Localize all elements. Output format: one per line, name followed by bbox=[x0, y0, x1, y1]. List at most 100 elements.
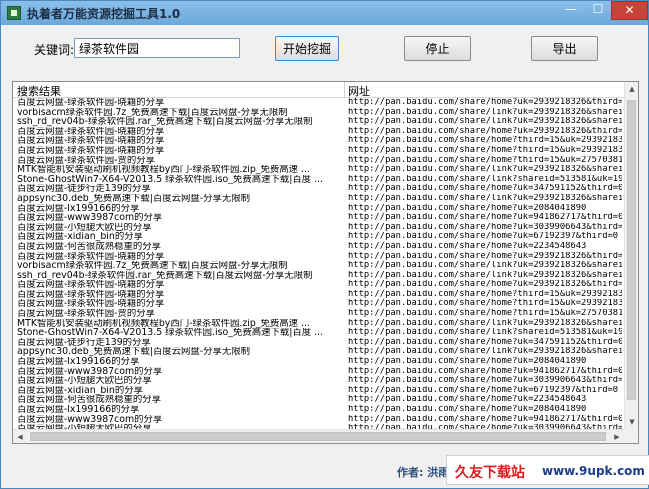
result-url-cell: http://pan.baidu.com/share/home?uk=67192… bbox=[348, 385, 619, 395]
result-name-cell: ssh_rd_rev04b-绿茶软件园.rar_免费高速下载|百度云网盘-分享无… bbox=[17, 270, 313, 281]
result-name-cell: 百度云网盘-xidian_bin的分享 bbox=[17, 232, 143, 242]
result-url-cell: http://pan.baidu.com/share/link?shareid=… bbox=[348, 174, 622, 184]
table-row[interactable]: 百度云网盘-www3987com的分享 http://pan.baidu.com/… bbox=[13, 367, 624, 377]
result-url-cell: http://pan.baidu.com/share/home?uk=94186… bbox=[348, 366, 622, 376]
table-row[interactable]: 百度云网盘-徒步行走139的分享 http://pan.baidu.com/sha… bbox=[13, 338, 624, 348]
stop-button[interactable]: 停止 bbox=[404, 36, 471, 61]
result-name-cell: 百度云网盘-www3987com的分享 bbox=[17, 213, 163, 223]
table-row[interactable]: 百度云网盘-xidian_bin的分享 http://pan.baidu.com/… bbox=[13, 232, 624, 242]
keyword-input[interactable] bbox=[74, 38, 240, 58]
result-url-cell: http://pan.baidu.com/share/link?uk=29392… bbox=[348, 193, 622, 203]
result-name-cell: 百度云网盘-何苦很成熟稳重的分享 bbox=[17, 241, 162, 252]
result-url-cell: http://pan.baidu.com/share/home?uk=20840… bbox=[348, 405, 587, 414]
table-row[interactable]: ssh_rd_rev04b-绿茶软件园.rar_免费高速下载|百度云网盘-分享无… bbox=[13, 271, 624, 281]
minimize-button[interactable]: — bbox=[557, 1, 585, 20]
start-mining-button[interactable]: 开始挖掘 bbox=[275, 36, 339, 61]
watermark-site-name: 久友下载站 bbox=[455, 465, 525, 481]
status-bar: 作者: 洪雨 久友下载站 www.9upk.com bbox=[1, 453, 649, 488]
result-url-cell: http://pan.baidu.com/share/home?third=15… bbox=[348, 289, 622, 299]
result-name-cell: MTK智能机安装驱动刷机视频教程by西门-绿茶软件园.zip_免费高速 ... bbox=[17, 165, 310, 175]
result-url-cell: http://pan.baidu.com/share/home?uk=34759… bbox=[348, 184, 622, 194]
table-row[interactable]: 百度云网盘-何苦很成熟稳重的分享 http://pan.baidu.com/sha… bbox=[13, 242, 624, 252]
results-list[interactable]: 搜索结果 网址 百度云网盘-绿茶软件园-晓籍的分享 http://pan.baid… bbox=[12, 81, 639, 444]
table-row[interactable]: 百度云网盘-绿茶软件园-晓籍的分享 http://pan.baidu.com/sh… bbox=[13, 290, 624, 300]
table-row[interactable]: 百度云网盘-www3987com的分享 http://pan.baidu.com/… bbox=[13, 415, 624, 425]
table-row[interactable]: 百度云网盘-www3987com的分享 http://pan.baidu.com/… bbox=[13, 213, 624, 223]
export-button[interactable]: 导出 bbox=[531, 36, 598, 61]
table-row[interactable]: vorbisacm绿茶软件园.7z_免费高速下载|百度云网盘-分享无限制 http… bbox=[13, 108, 624, 118]
result-url-cell: http://pan.baidu.com/share/home?uk=94186… bbox=[348, 213, 622, 223]
column-divider[interactable] bbox=[344, 82, 345, 97]
result-name-cell: 百度云网盘-www3987com的分享 bbox=[17, 366, 163, 377]
result-url-cell: http://pan.baidu.com/share/home?third=15… bbox=[348, 145, 622, 155]
maximize-button[interactable]: ☐ bbox=[585, 1, 611, 20]
result-name-cell: 百度云网盘-绿茶软件园-晓籍的分享 bbox=[17, 251, 165, 262]
app-icon bbox=[7, 6, 21, 20]
main-window: 执着者万能资源挖掘工具1.0 — ☐ ✕ 关键词: 开始挖掘 停止 导出 搜索结… bbox=[0, 0, 649, 489]
result-name-cell: 百度云网盘-绿茶软件园-晓籍的分享 bbox=[17, 145, 165, 156]
result-name-cell: 百度云网盘-绿茶软件园-晓籍的分享 bbox=[17, 126, 165, 137]
horizontal-scroll-thumb[interactable] bbox=[30, 432, 606, 441]
table-row[interactable]: Stone-GhostWin7-X64-V2013.5 绿茶软件园.iso_免费… bbox=[13, 328, 624, 338]
scrollbar-corner bbox=[624, 429, 638, 443]
result-url-cell: http://pan.baidu.com/share/link?shareid=… bbox=[348, 328, 622, 338]
result-name-cell: 百度云网盘-lx199166的分享 bbox=[17, 357, 140, 367]
table-row[interactable]: MTK智能机安装驱动刷机视频教程by西门-绿茶软件园.zip_免费高速 ... h… bbox=[13, 165, 624, 175]
result-url-cell: http://pan.baidu.com/share/home?uk=29392… bbox=[348, 251, 622, 261]
table-row[interactable]: 百度云网盘-xidian_bin的分享 http://pan.baidu.com/… bbox=[13, 386, 624, 396]
keyword-label: 关键词: bbox=[34, 43, 75, 57]
table-row[interactable]: 百度云网盘-小短腿大欧巴的分享 http://pan.baidu.com/shar… bbox=[13, 376, 624, 386]
table-row[interactable]: appsync30.deb_免费高速下载|百度云网盘-分享无限制 http://p… bbox=[13, 194, 624, 204]
horizontal-scrollbar[interactable]: ◀ ▶ bbox=[13, 429, 624, 443]
result-url-cell: http://pan.baidu.com/share/link?uk=29392… bbox=[348, 270, 622, 280]
table-row[interactable]: 百度云网盘-小短腿大欧巴的分享 http://pan.baidu.com/shar… bbox=[13, 223, 624, 233]
scroll-right-icon[interactable]: ▶ bbox=[610, 430, 624, 443]
result-name-cell: ssh_rd_rev04b-绿茶软件园.rar_免费高速下载|百度云网盘-分享无… bbox=[17, 117, 313, 127]
site-watermark: 久友下载站 www.9upk.com bbox=[446, 455, 649, 485]
title-bar[interactable]: 执着者万能资源挖掘工具1.0 — ☐ ✕ bbox=[1, 1, 648, 25]
result-url-cell: http://pan.baidu.com/share/home?uk=30399… bbox=[348, 222, 622, 232]
result-url-cell: http://pan.baidu.com/share/home?third=15… bbox=[348, 155, 622, 165]
result-name-cell: 百度云网盘-何苦很成熟稳重的分享 bbox=[17, 395, 162, 405]
scroll-down-icon[interactable]: ▼ bbox=[625, 415, 638, 429]
vertical-scroll-thumb[interactable] bbox=[627, 100, 636, 400]
table-row[interactable]: Stone-GhostWin7-X64-V2013.5 绿茶软件园.iso_免费… bbox=[13, 175, 624, 185]
table-row[interactable]: 百度云网盘-绿茶软件园-贾的分享 http://pan.baidu.com/sha… bbox=[13, 156, 624, 166]
table-row[interactable]: 百度云网盘-lx199166的分享 http://pan.baidu.com/sh… bbox=[13, 405, 624, 415]
column-header-url[interactable]: 网址 bbox=[348, 83, 370, 99]
table-row[interactable]: 百度云网盘-绿茶软件园-晓籍的分享 http://pan.baidu.com/sh… bbox=[13, 146, 624, 156]
result-url-cell: http://pan.baidu.com/share/link?uk=29392… bbox=[348, 117, 622, 127]
result-url-cell: http://pan.baidu.com/share/home?uk=34759… bbox=[348, 337, 622, 347]
result-name-cell: 百度云网盘-小短腿大欧巴的分享 bbox=[17, 376, 152, 386]
table-row[interactable]: vorbisacm绿茶软件园.7z_免费高速下载|百度云网盘-分享无限制 http… bbox=[13, 261, 624, 271]
result-name-cell: 百度云网盘-lx199166的分享 bbox=[17, 203, 140, 214]
result-url-cell: http://pan.baidu.com/share/home?third=15… bbox=[348, 136, 622, 146]
table-row[interactable]: 百度云网盘-绿茶软件园-贾的分享 http://pan.baidu.com/sha… bbox=[13, 309, 624, 319]
scroll-up-icon[interactable]: ▲ bbox=[625, 82, 638, 96]
table-row[interactable]: 百度云网盘-绿茶软件园-晓籍的分享 http://pan.baidu.com/sh… bbox=[13, 98, 624, 108]
result-name-cell: 百度云网盘-绿茶软件园-晓籍的分享 bbox=[17, 299, 165, 310]
result-url-cell: http://pan.baidu.com/share/link?uk=29392… bbox=[348, 165, 622, 175]
table-row[interactable]: 百度云网盘-lx199166的分享 http://pan.baidu.com/sh… bbox=[13, 357, 624, 367]
scroll-left-icon[interactable]: ◀ bbox=[13, 430, 27, 443]
table-row[interactable]: 百度云网盘-徒步行走139的分享 http://pan.baidu.com/sha… bbox=[13, 184, 624, 194]
close-button[interactable]: ✕ bbox=[611, 1, 648, 20]
table-row[interactable]: MTK智能机安装驱动刷机视频教程by西门-绿茶软件园.zip_免费高速 ... h… bbox=[13, 319, 624, 329]
table-row[interactable]: 百度云网盘-lx199166的分享 http://pan.baidu.com/sh… bbox=[13, 204, 624, 214]
result-url-cell: http://pan.baidu.com/share/home?uk=20840… bbox=[348, 203, 587, 213]
result-name-cell: 百度云网盘-lx199166的分享 bbox=[17, 405, 140, 415]
table-row[interactable]: 百度云网盘-绿茶软件园-晓籍的分享 http://pan.baidu.com/sh… bbox=[13, 299, 624, 309]
watermark-site-url: www.9upk.com bbox=[542, 464, 645, 478]
result-name-cell: 百度云网盘-绿茶软件园-晓籍的分享 bbox=[17, 289, 165, 300]
table-row[interactable]: 百度云网盘-绿茶软件园-晓籍的分享 http://pan.baidu.com/sh… bbox=[13, 280, 624, 290]
table-row[interactable]: 百度云网盘-绿茶软件园-晓籍的分享 http://pan.baidu.com/sh… bbox=[13, 127, 624, 137]
column-header-results[interactable]: 搜索结果 bbox=[17, 83, 61, 99]
vertical-scrollbar[interactable]: ▲ ▼ bbox=[624, 82, 638, 429]
table-row[interactable]: ssh_rd_rev04b-绿茶软件园.rar_免费高速下载|百度云网盘-分享无… bbox=[13, 117, 624, 127]
table-row[interactable]: 百度云网盘-绿茶软件园-晓籍的分享 http://pan.baidu.com/sh… bbox=[13, 136, 624, 146]
results-rows: 百度云网盘-绿茶软件园-晓籍的分享 http://pan.baidu.com/sh… bbox=[13, 98, 624, 429]
table-row[interactable]: 百度云网盘-何苦很成熟稳重的分享 http://pan.baidu.com/sha… bbox=[13, 395, 624, 405]
table-row[interactable]: 百度云网盘-绿茶软件园-晓籍的分享 http://pan.baidu.com/sh… bbox=[13, 252, 624, 262]
table-row[interactable]: appsync30.deb_免费高速下载|百度云网盘-分享无限制 http://p… bbox=[13, 347, 624, 357]
result-name-cell: 百度云网盘-xidian_bin的分享 bbox=[17, 385, 143, 396]
